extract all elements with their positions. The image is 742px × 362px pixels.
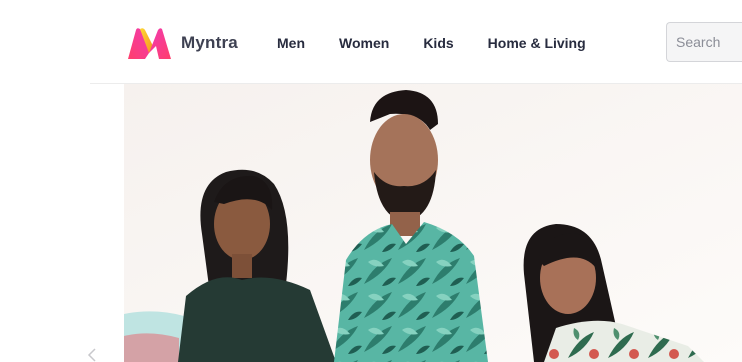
home-logo-link[interactable]: Myntra	[125, 26, 238, 60]
search-input[interactable]	[667, 23, 737, 61]
chevron-left-icon[interactable]	[86, 348, 100, 362]
hero-banner[interactable]	[124, 84, 742, 362]
main-nav: Men Women Kids Home & Living	[277, 33, 620, 53]
search-box	[666, 22, 742, 62]
nav-item-men[interactable]: Men	[277, 35, 305, 51]
brand-name: Myntra	[181, 33, 238, 52]
page-margin	[0, 84, 124, 362]
nav-item-kids[interactable]: Kids	[423, 35, 453, 51]
nav-item-home-living[interactable]: Home & Living	[488, 35, 586, 51]
fashion-banner-three-models-photo	[124, 84, 742, 362]
nav-item-women[interactable]: Women	[339, 35, 389, 51]
myntra-m-logo-icon	[128, 28, 171, 59]
site-header: Myntra Men Women Kids Home & Living	[0, 0, 742, 84]
